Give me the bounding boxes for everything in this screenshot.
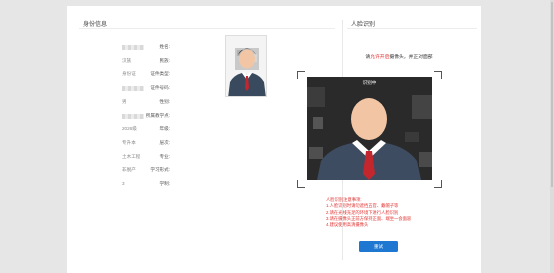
- info-value: 3: [122, 181, 125, 186]
- info-row: 性别: 男: [67, 99, 267, 107]
- info-value: 2026级: [122, 126, 137, 132]
- masked-value: [122, 86, 144, 92]
- info-row: 学习形式: 非脱产: [67, 167, 267, 175]
- info-value: 汉族: [122, 57, 132, 63]
- info-label: 性别:: [159, 98, 170, 104]
- frame-corner: [434, 71, 442, 79]
- info-label: 学制:: [159, 181, 170, 186]
- info-row: 所属教学点:: [67, 113, 267, 121]
- identity-card: 身份信息 人脸识别 姓名: 民族: 汉族 证件类型: 身份证 证件号码: 性别: 男所属教学点…: [67, 6, 481, 273]
- page-scrollbar[interactable]: [550, 0, 554, 273]
- info-row: 专业: 土木工程: [67, 154, 267, 162]
- tip-highlight: 允许开启: [370, 55, 390, 60]
- face-recognition-notes: 人脸识别注意事项: 1.人脸识别时请勿遮挡五官、戴帽子等 2.请在光线充足的环境…: [326, 197, 411, 228]
- info-value: 土木工程: [122, 153, 141, 159]
- frame-corner: [434, 180, 442, 188]
- info-row: 年级: 2026级: [67, 126, 267, 134]
- info-value: 男: [122, 98, 127, 104]
- scrollbar-thumb[interactable]: [551, 2, 553, 187]
- tip-text-suffix: 摄像头，并正对面部: [389, 55, 433, 60]
- info-value: 身份证: [122, 71, 136, 77]
- notes-line: 4.建议使用高清摄像头: [326, 222, 369, 228]
- camera-preview: 识别中: [307, 77, 432, 180]
- face-capture-frame: 识别中: [297, 71, 442, 188]
- frame-corner: [297, 71, 305, 79]
- id-photo: [225, 35, 267, 97]
- masked-value: [122, 113, 144, 119]
- face-panel-title: 人脸识别: [351, 22, 376, 28]
- info-label: 民族:: [159, 57, 170, 63]
- masked-value: [122, 45, 144, 50]
- info-value: 专升本: [122, 139, 136, 145]
- info-value: 非脱产: [122, 167, 136, 173]
- recognition-status: 识别中: [362, 80, 377, 85]
- frame-corner: [297, 180, 305, 188]
- title-underline: [347, 28, 477, 29]
- info-row: 学制: 3: [67, 181, 267, 189]
- camera-tip: 请允许开启摄像头，并正对面部: [338, 53, 460, 60]
- info-row: 层次: 专升本: [67, 140, 267, 148]
- retry-button[interactable]: 重试: [359, 241, 398, 252]
- camera-feed-image: [307, 77, 432, 180]
- avatar-illustration: [226, 36, 266, 96]
